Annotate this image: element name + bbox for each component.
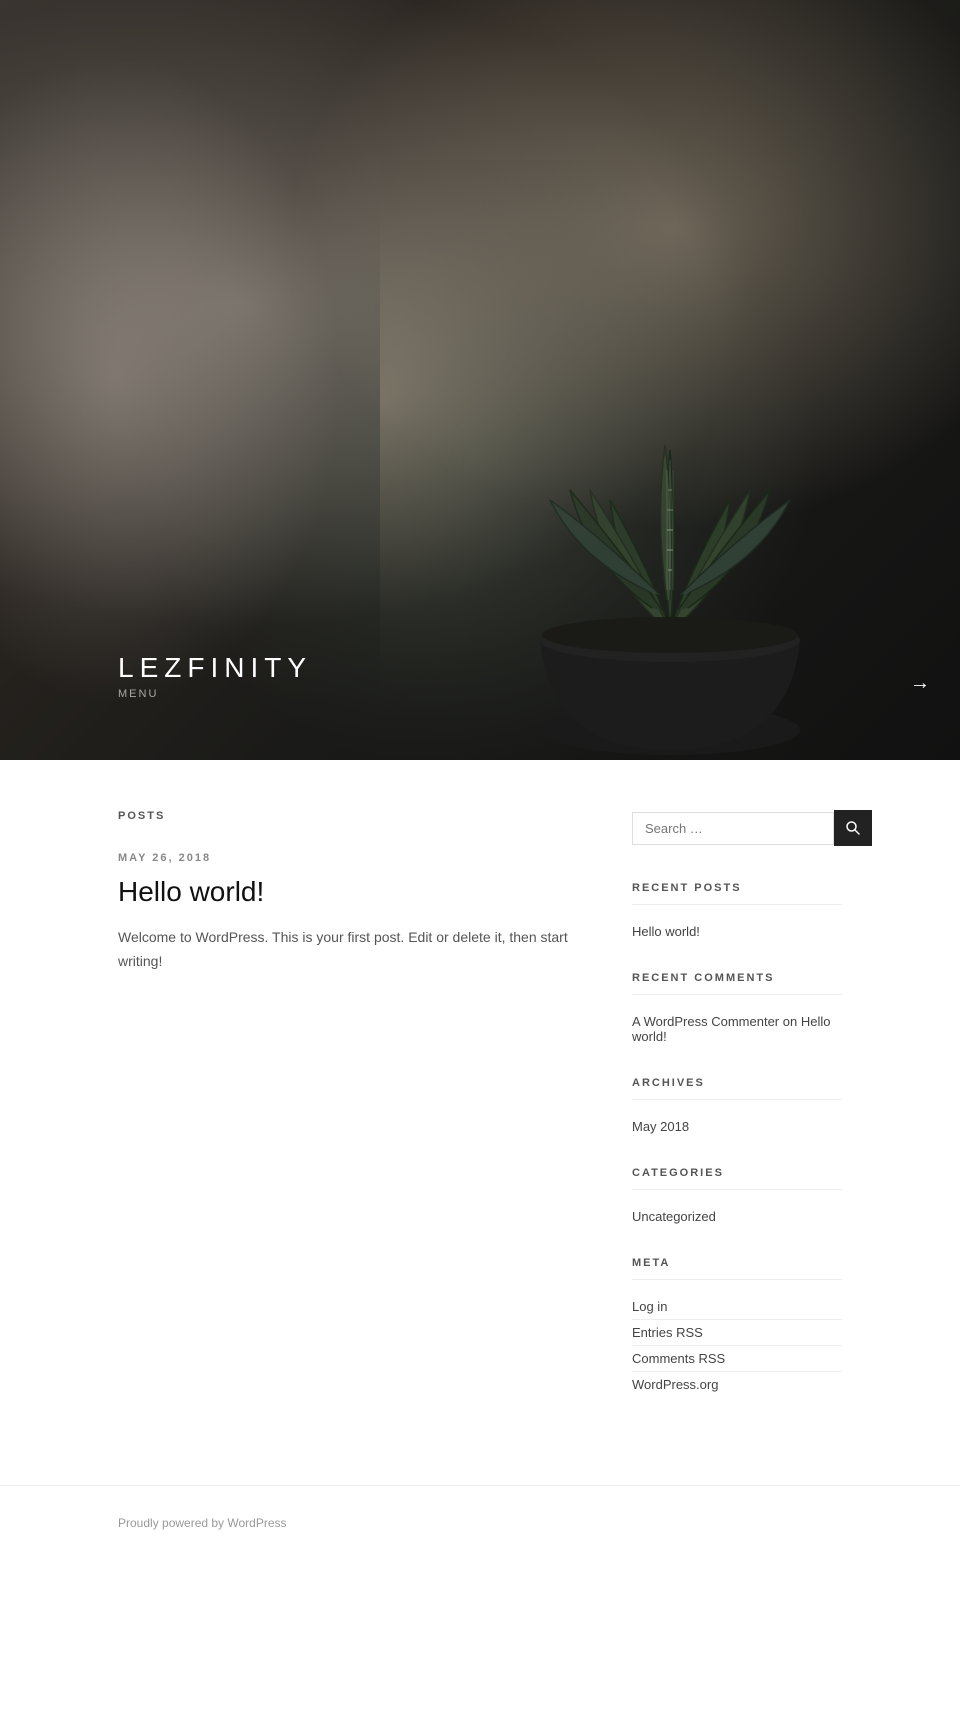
sidebar-sections: RECENT POSTS Hello world! RECENT COMMENTS A… [632, 882, 842, 1397]
post-title: Hello world! [118, 874, 572, 910]
hero-title-area: LEZFINITY MENU [118, 652, 312, 700]
sidebar-link[interactable]: Entries RSS [632, 1320, 842, 1346]
hero-background [0, 0, 960, 760]
sidebar-link[interactable]: Uncategorized [632, 1204, 842, 1229]
hero-section: LEZFINITY MENU → [0, 0, 960, 760]
post-excerpt: Welcome to WordPress. This is your first… [118, 926, 572, 974]
content-area: POSTS MAY 26, 2018 Hello world! Welcome … [118, 810, 632, 1425]
footer-text: Proudly powered by WordPress [118, 1516, 842, 1530]
main-wrapper: POSTS MAY 26, 2018 Hello world! Welcome … [0, 760, 960, 1485]
sidebar-section-meta: META Log inEntries RSSComments RSSWordPre… [632, 1257, 842, 1397]
sidebar-section-categories: CATEGORIES Uncategorized [632, 1167, 842, 1229]
sidebar-link[interactable]: May 2018 [632, 1114, 842, 1139]
posts-label: POSTS [118, 810, 572, 822]
hero-plant-illustration [380, 160, 960, 760]
sidebar-link[interactable]: Hello world! [632, 919, 842, 944]
sidebar-section-title-categories: CATEGORIES [632, 1167, 842, 1190]
sidebar-section-title-recent-comments: RECENT COMMENTS [632, 972, 842, 995]
footer-label: Proudly powered by WordPress [118, 1516, 287, 1530]
sidebar-section-title-meta: META [632, 1257, 842, 1280]
search-input[interactable] [632, 812, 834, 845]
sidebar-section-title-archives: ARCHIVES [632, 1077, 842, 1100]
search-button[interactable] [834, 810, 872, 846]
sidebar-section-title-recent-posts: RECENT POSTS [632, 882, 842, 905]
hero-subtitle: MENU [118, 688, 312, 700]
post-date: MAY 26, 2018 [118, 852, 572, 864]
sidebar-search-widget [632, 810, 842, 846]
sidebar-link[interactable]: Log in [632, 1294, 842, 1320]
post-title-link[interactable]: Hello world! [118, 876, 264, 907]
site-footer: Proudly powered by WordPress [0, 1485, 960, 1560]
sidebar-link[interactable]: WordPress.org [632, 1372, 842, 1397]
sidebar-link[interactable]: A WordPress Commenter on Hello world! [632, 1009, 842, 1049]
sidebar-section-recent-posts: RECENT POSTS Hello world! [632, 882, 842, 944]
site-title: LEZFINITY [118, 652, 312, 684]
sidebar: RECENT POSTS Hello world! RECENT COMMENTS A… [632, 810, 842, 1425]
sidebar-section-archives: ARCHIVES May 2018 [632, 1077, 842, 1139]
hero-next-arrow[interactable]: → [910, 672, 930, 695]
hero-overlay [0, 0, 380, 760]
sidebar-link[interactable]: Comments RSS [632, 1346, 842, 1372]
sidebar-section-recent-comments: RECENT COMMENTS A WordPress Commenter on … [632, 972, 842, 1049]
search-icon [846, 821, 860, 835]
post-article: MAY 26, 2018 Hello world! Welcome to Wor… [118, 852, 572, 974]
